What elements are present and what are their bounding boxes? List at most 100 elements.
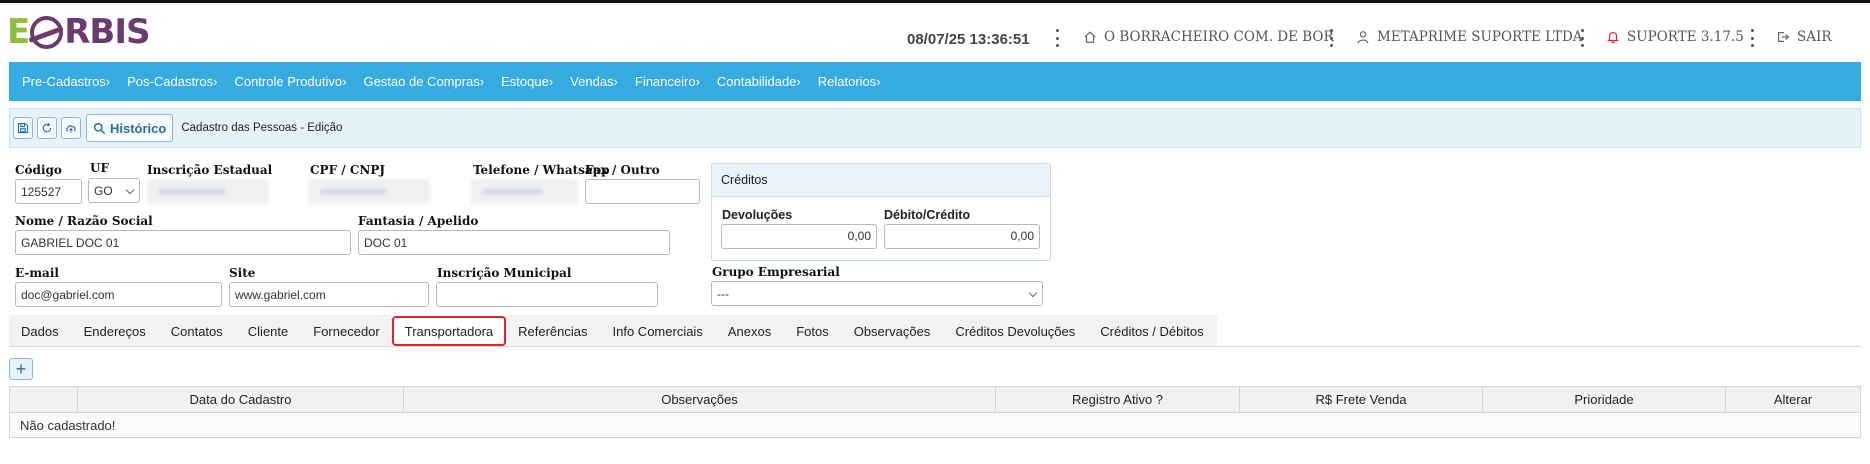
page-title: Cadastro das Pessoas - Edição (181, 122, 343, 134)
grupo-empresarial-select[interactable]: --- (711, 281, 1043, 306)
nome-field[interactable]: GABRIEL DOC 01 (15, 230, 351, 255)
uf-select[interactable]: GO (88, 178, 140, 203)
kebab-menu-icon[interactable] (1328, 29, 1334, 47)
logout-label: SAIR (1797, 29, 1832, 45)
column-header-alterar[interactable]: Alterar (1725, 386, 1861, 413)
column-header-prioridade[interactable]: Prioridade (1482, 386, 1726, 413)
column-header-select (9, 386, 78, 413)
header-company[interactable]: O BORRACHEIRO COM. DE BOR (1083, 29, 1334, 45)
cloud-upload-button[interactable] (61, 117, 81, 139)
home-icon (1084, 31, 1096, 43)
save-icon (17, 122, 29, 134)
site-field[interactable]: www.gabriel.com (229, 282, 429, 307)
telefone-field-redacted[interactable] (471, 179, 578, 204)
debito-credito-label: Débito/Crédito (884, 208, 971, 222)
logo-wordmark: RBIS (64, 12, 150, 52)
chevron-down-icon (125, 185, 135, 195)
cloud-upload-icon (66, 125, 76, 133)
user-name: METAPRIME SUPORTE LTDA (1377, 29, 1583, 45)
codigo-label: Código (15, 163, 62, 177)
logout-icon (1778, 32, 1790, 42)
tab-transportadora[interactable]: Transportadora (391, 315, 507, 347)
tab-referencias[interactable]: Referências (506, 315, 601, 347)
header-user[interactable]: METAPRIME SUPORTE LTDA (1356, 29, 1583, 45)
site-label: Site (229, 266, 256, 280)
tab-info-comerciais[interactable]: Info Comerciais (600, 315, 716, 347)
inscricao-municipal-field[interactable] (436, 282, 658, 307)
company-name: O BORRACHEIRO COM. DE BOR (1104, 29, 1334, 45)
cpf-cnpj-field-redacted[interactable] (308, 179, 430, 204)
grupo-empresarial-label: Grupo Empresarial (712, 265, 840, 279)
fax-field[interactable] (585, 179, 700, 204)
table-header-row: Data do Cadastro Observações Registro At… (9, 386, 1861, 413)
uf-value: GO (94, 183, 113, 198)
table-row: Não cadastrado! (9, 412, 1861, 438)
column-header-observacoes[interactable]: Observações (403, 386, 996, 413)
email-label: E-mail (15, 266, 59, 280)
nome-label: Nome / Razão Social (15, 214, 153, 228)
nav-pos-cadastros[interactable]: Pos-Cadastros› (127, 74, 217, 89)
kebab-menu-icon[interactable] (1749, 29, 1755, 47)
devolucoes-field[interactable]: 0,00 (721, 224, 877, 249)
tab-creditos-debitos[interactable]: Créditos / Débitos (1088, 315, 1217, 347)
empty-message: Não cadastrado! (9, 412, 1861, 438)
email-field[interactable]: doc@gabriel.com (15, 282, 222, 307)
debito-credito-field[interactable]: 0,00 (884, 224, 1040, 249)
save-button[interactable] (13, 117, 33, 139)
column-header-registro-ativo[interactable]: Registro Ativo ? (995, 386, 1240, 413)
toolbar: Histórico Cadastro das Pessoas - Edição (9, 108, 1861, 148)
tab-bar: Dados Endereços Contatos Cliente Fornece… (9, 315, 1217, 347)
history-button[interactable]: Histórico (86, 114, 174, 142)
codigo-field[interactable]: 125527 (15, 179, 82, 204)
tab-fotos[interactable]: Fotos (784, 315, 842, 347)
search-icon (93, 122, 106, 134)
add-button[interactable]: + (9, 358, 33, 380)
credits-title: Créditos (712, 164, 1050, 197)
logo-orbit-icon (30, 15, 64, 49)
column-header-data-cadastro[interactable]: Data do Cadastro (77, 386, 404, 413)
fantasia-label: Fantasia / Apelido (358, 214, 479, 228)
nav-estoque[interactable]: Estoque› (501, 74, 553, 89)
column-header-frete-venda[interactable]: R$ Frete Venda (1239, 386, 1483, 413)
nav-gestao-compras[interactable]: Gestao de Compras› (363, 74, 484, 89)
inscricao-estadual-field-redacted[interactable] (147, 179, 269, 204)
inscricao-municipal-label: Inscrição Municipal (437, 266, 572, 280)
main-nav: Pre-Cadastros› Pos-Cadastros› Controle P… (9, 62, 1861, 101)
support-version: SUPORTE 3.17.5 (1627, 29, 1744, 45)
cpf-cnpj-label: CPF / CNPJ (310, 163, 386, 177)
logout-button[interactable]: SAIR (1776, 29, 1832, 45)
nav-vendas[interactable]: Vendas› (570, 74, 618, 89)
nav-pre-cadastros[interactable]: Pre-Cadastros› (22, 74, 110, 89)
tab-contatos[interactable]: Contatos (158, 315, 236, 347)
tab-creditos-devolucoes[interactable]: Créditos Devoluções (943, 315, 1089, 347)
kebab-menu-icon[interactable] (1579, 29, 1585, 47)
chevron-down-icon (1028, 288, 1038, 298)
header-support[interactable]: SUPORTE 3.17.5 (1606, 29, 1744, 45)
bell-icon (1607, 32, 1619, 44)
refresh-icon (42, 122, 52, 133)
nav-controle-produtivo[interactable]: Controle Produtivo› (234, 74, 346, 89)
uf-label: UF (90, 161, 109, 175)
nav-contabilidade[interactable]: Contabilidade› (717, 74, 801, 89)
user-icon (1357, 31, 1369, 44)
logo-letter-e: E (7, 12, 30, 52)
tabs-divider (9, 346, 1861, 347)
transportadora-table: Data do Cadastro Observações Registro At… (9, 386, 1861, 438)
tab-fornecedor[interactable]: Fornecedor (301, 315, 393, 347)
nav-relatorios[interactable]: Relatorios› (818, 74, 881, 89)
eorbis-logo[interactable]: E RBIS (7, 12, 150, 52)
tab-dados[interactable]: Dados (9, 315, 72, 347)
history-label: Histórico (110, 120, 167, 136)
header-datetime: 08/07/25 13:36:51 (907, 31, 1030, 48)
tab-cliente[interactable]: Cliente (235, 315, 302, 347)
kebab-menu-icon[interactable] (1054, 29, 1060, 47)
tab-enderecos[interactable]: Endereços (71, 315, 159, 347)
grupo-empresarial-value: --- (717, 286, 729, 301)
nav-financeiro[interactable]: Financeiro› (635, 74, 700, 89)
refresh-button[interactable] (37, 117, 57, 139)
fax-label: Fax / Outro (585, 163, 660, 177)
tab-anexos[interactable]: Anexos (715, 315, 785, 347)
tab-observacoes[interactable]: Observações (841, 315, 944, 347)
fantasia-field[interactable]: DOC 01 (358, 230, 670, 255)
top-border (0, 0, 1870, 3)
